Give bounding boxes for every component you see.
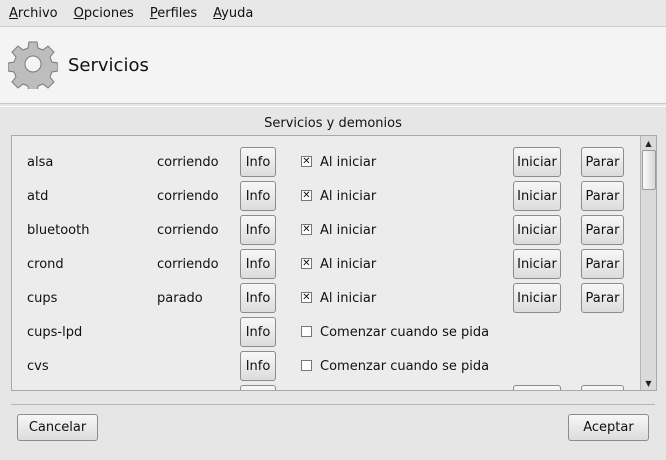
service-name: cvs: [27, 359, 49, 374]
service-name: cups-lpd: [27, 325, 83, 340]
service-name: cups: [27, 291, 58, 306]
scroll-down-arrow-icon[interactable]: ▼: [642, 377, 655, 389]
start-button[interactable]: Iniciar: [513, 249, 561, 279]
start-button[interactable]: Iniciar: [513, 181, 561, 211]
info-button[interactable]: Info: [240, 181, 276, 211]
menu-opciones-label: pciones: [83, 5, 134, 21]
page-header: Servicios: [0, 27, 666, 104]
service-row-alsa: alsa corriendo Info ✕ Al iniciar Iniciar…: [12, 146, 640, 180]
menu-archivo-mnemonic: A: [9, 5, 18, 21]
cancel-button[interactable]: Cancelar: [17, 414, 98, 441]
group-title: Servicios y demonios: [264, 116, 402, 131]
service-status: corriendo: [157, 257, 219, 272]
startup-checkbox[interactable]: ✕: [301, 224, 312, 235]
service-row-cvs: cvs Info Comenzar cuando se pida: [12, 350, 640, 384]
startup-checkbox[interactable]: ✕: [301, 156, 312, 167]
startup-checkbox-label: Al iniciar: [320, 189, 377, 204]
on-demand-checkbox-label: Comenzar cuando se pida: [320, 359, 490, 374]
service-status: corriendo: [157, 189, 219, 204]
info-button[interactable]: Info: [240, 249, 276, 279]
start-button[interactable]: Iniciar: [513, 215, 561, 245]
stop-button[interactable]: Parar: [581, 249, 624, 279]
menu-perfiles-label: erfiles: [157, 5, 198, 21]
service-row-cups: cups parado Info ✕ Al iniciar Iniciar Pa…: [12, 282, 640, 316]
service-name: bluetooth: [27, 223, 90, 238]
startup-checkbox[interactable]: ✕: [301, 190, 312, 201]
startup-checkbox[interactable]: ✕: [301, 292, 312, 303]
stop-button[interactable]: [581, 385, 624, 390]
info-button[interactable]: Info: [240, 351, 276, 381]
start-button[interactable]: [513, 385, 561, 390]
info-button[interactable]: Info: [240, 317, 276, 347]
stop-button[interactable]: Parar: [581, 215, 624, 245]
menu-archivo-label: rchivo: [17, 5, 58, 21]
stop-button[interactable]: Parar: [581, 147, 624, 177]
startup-checkbox[interactable]: ✕: [301, 258, 312, 269]
info-button[interactable]: Info: [240, 215, 276, 245]
service-row-bluetooth: bluetooth corriendo Info ✕ Al iniciar In…: [12, 214, 640, 248]
menu-opciones-mnemonic: O: [73, 5, 84, 21]
info-button[interactable]: [240, 385, 276, 390]
service-name: alsa: [27, 155, 54, 170]
service-name: atd: [27, 189, 49, 204]
info-button[interactable]: Info: [240, 283, 276, 313]
gear-icon: [8, 41, 58, 89]
startup-checkbox-label: Al iniciar: [320, 155, 377, 170]
info-button[interactable]: Info: [240, 147, 276, 177]
startup-checkbox-label: Al iniciar: [320, 291, 377, 306]
service-status: corriendo: [157, 223, 219, 238]
header-divider: [0, 106, 666, 107]
start-button[interactable]: Iniciar: [513, 147, 561, 177]
scroll-up-arrow-icon[interactable]: ▲: [642, 137, 655, 149]
page-title: Servicios: [68, 55, 149, 76]
menu-perfiles[interactable]: Perfiles: [141, 6, 204, 21]
footer-divider: [11, 404, 655, 405]
menu-ayuda[interactable]: Ayuda: [204, 6, 260, 21]
on-demand-checkbox[interactable]: [301, 326, 312, 337]
stop-button[interactable]: Parar: [581, 181, 624, 211]
scrollbar-thumb[interactable]: [642, 150, 656, 190]
service-status: corriendo: [157, 155, 219, 170]
services-list: alsa corriendo Info ✕ Al iniciar Iniciar…: [11, 135, 657, 391]
menu-ayuda-label: yuda: [221, 5, 254, 21]
on-demand-checkbox-label: Comenzar cuando se pida: [320, 325, 490, 340]
stop-button[interactable]: Parar: [581, 283, 624, 313]
vertical-scrollbar[interactable]: ▲ ▼: [640, 136, 656, 390]
menu-archivo[interactable]: Archivo: [0, 6, 65, 21]
service-row-partial: [12, 384, 640, 390]
service-name: crond: [27, 257, 64, 272]
service-row-cups-lpd: cups-lpd Info Comenzar cuando se pida: [12, 316, 640, 350]
service-row-atd: atd corriendo Info ✕ Al iniciar Iniciar …: [12, 180, 640, 214]
on-demand-checkbox[interactable]: [301, 360, 312, 371]
service-status: parado: [157, 291, 203, 306]
startup-checkbox-label: Al iniciar: [320, 223, 377, 238]
startup-checkbox-label: Al iniciar: [320, 257, 377, 272]
accept-button[interactable]: Aceptar: [568, 414, 649, 441]
menu-ayuda-mnemonic: A: [213, 5, 222, 21]
menu-opciones[interactable]: Opciones: [65, 6, 141, 21]
service-row-crond: crond corriendo Info ✕ Al iniciar Inicia…: [12, 248, 640, 282]
start-button[interactable]: Iniciar: [513, 283, 561, 313]
menubar: Archivo Opciones Perfiles Ayuda: [0, 0, 666, 27]
